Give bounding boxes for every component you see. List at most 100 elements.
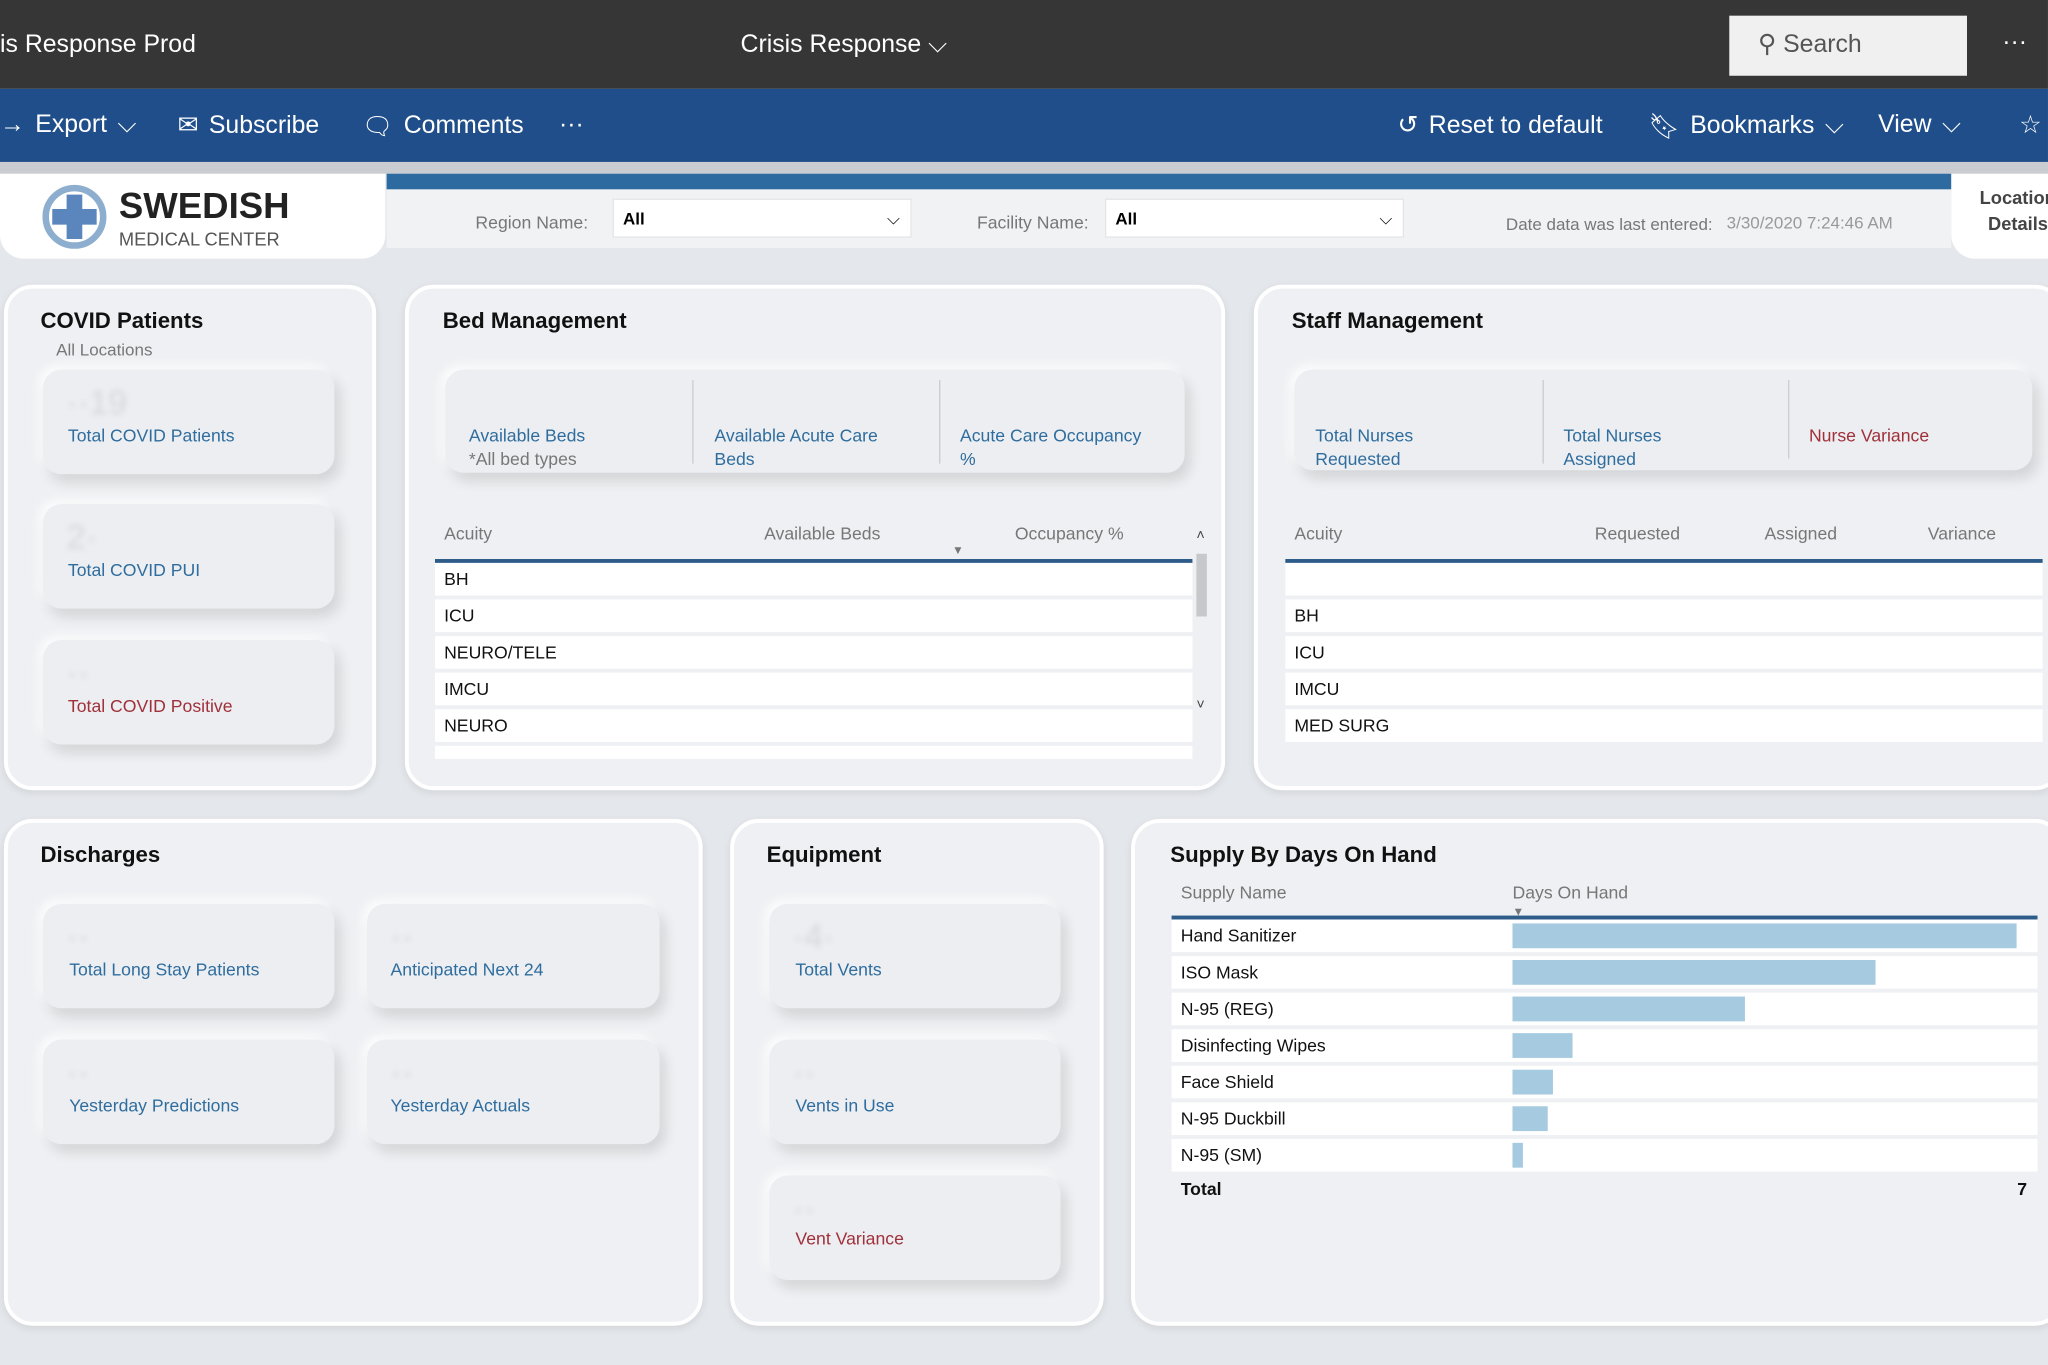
table-row[interactable]: ISO Mask (1171, 956, 2038, 989)
table-row[interactable]: Hand Sanitizer (1171, 919, 2038, 953)
kpi-card-vent-variance[interactable]: ·· Vent Variance (769, 1175, 1061, 1280)
action-toolbar: → Export ⌵ ✉ Subscribe 🗨 Comments ··· ↺ Reset… (0, 88, 2048, 162)
table-row[interactable]: MED SURG (1285, 709, 2043, 742)
kpi-nurses-requested[interactable]: Total Nurses Requested (1315, 424, 1413, 471)
date-value: 3/30/2020 7:24:46 AM (1726, 212, 1893, 233)
kpi-label: Vent Variance (795, 1229, 904, 1249)
scroll-down-icon[interactable]: ˅ (1196, 697, 1209, 713)
blurred-value: ·4· (792, 916, 835, 957)
divider (1788, 380, 1790, 459)
kpi-nurse-variance[interactable]: Nurse Variance (1809, 424, 1929, 448)
kpi-card-total-covid-pui[interactable]: 2· Total COVID PUI (43, 504, 335, 609)
table-row[interactable] (434, 745, 1193, 759)
bed-table-scrollbar[interactable]: ˄ ˅ (1196, 528, 1209, 737)
supply-name: Disinfecting Wipes (1180, 1035, 1326, 1056)
scroll-up-icon[interactable]: ˄ (1196, 528, 1209, 544)
column-header-acuity[interactable]: Acuity (1294, 516, 1342, 560)
facility-label: Facility Name: (976, 212, 1089, 233)
panel-title: Supply By Days On Hand (1170, 842, 1437, 868)
kpi-card-total-vents[interactable]: ·4· Total Vents (769, 903, 1061, 1009)
kpi-card-total-covid-positive[interactable]: ·· Total COVID Positive (43, 639, 335, 745)
export-button[interactable]: → Export ⌵ (0, 111, 136, 140)
table-row[interactable]: BH (434, 562, 1193, 596)
kpi-available-acute-beds[interactable]: Available Acute Care Beds (714, 424, 877, 471)
table-row[interactable]: BH (1285, 599, 2043, 633)
location-details-button[interactable]: Location Details (1951, 173, 2048, 259)
column-header-assigned[interactable]: Assigned (1765, 516, 1838, 560)
view-button[interactable]: View ⌵ (1878, 111, 1961, 140)
toolbar-more-button[interactable]: ··· (559, 111, 584, 140)
kpi-card-long-stay[interactable]: ·· Total Long Stay Patients (43, 903, 335, 1009)
panel-title: Equipment (766, 842, 882, 868)
search-box[interactable]: ⚲ Search (1729, 15, 1967, 76)
chevron-down-icon: ⌵ (117, 111, 137, 139)
supply-table: Supply Name Days On Hand ▼ Hand Sanitize… (1171, 872, 2038, 1212)
reset-button[interactable]: ↺ Reset to default (1398, 111, 1603, 141)
table-row[interactable]: NEURO (434, 709, 1193, 742)
column-header-acuity[interactable]: Acuity (444, 516, 492, 560)
comment-icon: 🗨 (361, 113, 394, 142)
column-header-days-on-hand[interactable]: Days On Hand (1512, 875, 1628, 919)
kpi-card-anticipated-next-24[interactable]: ·· Anticipated Next 24 (367, 903, 660, 1009)
supply-name: ISO Mask (1180, 962, 1259, 983)
column-header-available-beds[interactable]: Available Beds (764, 516, 880, 560)
days-on-hand-bar (1512, 996, 1745, 1022)
arrow-right-icon: → (0, 111, 25, 139)
kpi-label: Total Nurses (1563, 425, 1662, 446)
table-row[interactable]: N-95 (SM) (1171, 1138, 2038, 1172)
table-row[interactable]: ICU (434, 599, 1193, 633)
panel-title: COVID Patients (40, 308, 204, 334)
kpi-acute-occupancy[interactable]: Acute Care Occupancy% (960, 424, 1141, 471)
search-placeholder: Search (1783, 31, 1862, 59)
supply-name: Face Shield (1180, 1072, 1274, 1092)
table-row[interactable]: N-95 Duckbill (1171, 1102, 2038, 1136)
table-row[interactable]: IMCU (434, 672, 1193, 706)
column-header-supply-name[interactable]: Supply Name (1181, 875, 1287, 919)
panel-title: Staff Management (1291, 308, 1483, 334)
bookmarks-button[interactable]: 🔖︎ Bookmarks ⌵ (1648, 111, 1843, 142)
kpi-card-yesterday-actuals[interactable]: ·· Yesterday Actuals (367, 1039, 660, 1145)
favorite-star-icon[interactable]: ☆ (2019, 111, 2041, 141)
kpi-label: Anticipated Next 24 (390, 959, 544, 980)
table-row[interactable]: NEURO/TELE (434, 636, 1193, 669)
top-bar: is Response Prod Crisis Response ⌵ ⚲ Sea… (0, 0, 2048, 89)
column-header-requested[interactable]: Requested (1595, 516, 1680, 560)
undo-icon: ↺ (1397, 112, 1419, 140)
panel-subtitle: All Locations (56, 339, 153, 360)
subscribe-button[interactable]: ✉ Subscribe (178, 111, 320, 141)
divider (692, 380, 694, 464)
kpi-label: Yesterday Predictions (69, 1095, 240, 1116)
column-header-variance[interactable]: Variance (1928, 516, 1996, 560)
kpi-nurses-assigned[interactable]: Total Nurses Assigned (1563, 424, 1661, 471)
kpi-label-2: Beds (714, 449, 755, 469)
days-on-hand-bar (1512, 1142, 1523, 1168)
facility-dropdown[interactable]: All ⌵ (1104, 198, 1405, 238)
kpi-card-total-covid-patients[interactable]: ··19 Total COVID Patients (43, 369, 335, 475)
days-on-hand-bar (1512, 1033, 1573, 1058)
supply-name: N-95 (SM) (1180, 1145, 1263, 1166)
table-row[interactable]: N-95 (REG) (1171, 992, 2038, 1026)
subscribe-label: Subscribe (208, 111, 320, 140)
more-options-button[interactable]: ··· (2002, 29, 2027, 58)
bookmark-icon: 🔖︎ (1648, 113, 1680, 142)
kpi-card-yesterday-predictions[interactable]: ·· Yesterday Predictions (43, 1039, 335, 1145)
table-row[interactable]: Disinfecting Wipes (1171, 1029, 2038, 1062)
table-row[interactable]: ICU (1285, 636, 2043, 669)
table-row[interactable]: IMCU (1285, 672, 2043, 706)
kpi-available-beds[interactable]: Available Beds *All bed types (469, 424, 585, 471)
blurred-value: ·· (66, 916, 90, 957)
search-icon: ⚲ (1758, 31, 1777, 59)
report-title-dropdown[interactable]: Crisis Response ⌵ (741, 31, 947, 60)
chevron-down-icon: ⌵ (928, 31, 947, 59)
column-header-occupancy[interactable]: Occupancy % (1015, 516, 1124, 560)
kpi-card-vents-in-use[interactable]: ·· Vents in Use (769, 1039, 1061, 1145)
table-row[interactable]: Face Shield (1171, 1065, 2038, 1099)
region-dropdown[interactable]: All ⌵ (612, 198, 912, 238)
blurred-value: 2· (66, 517, 97, 557)
scroll-thumb[interactable] (1196, 553, 1207, 617)
days-on-hand-bar (1512, 959, 1876, 985)
mail-icon: ✉ (177, 112, 199, 140)
supply-name: Hand Sanitizer (1180, 926, 1297, 946)
comments-button[interactable]: 🗨 Comments (362, 111, 524, 142)
table-row[interactable] (1285, 562, 2043, 596)
